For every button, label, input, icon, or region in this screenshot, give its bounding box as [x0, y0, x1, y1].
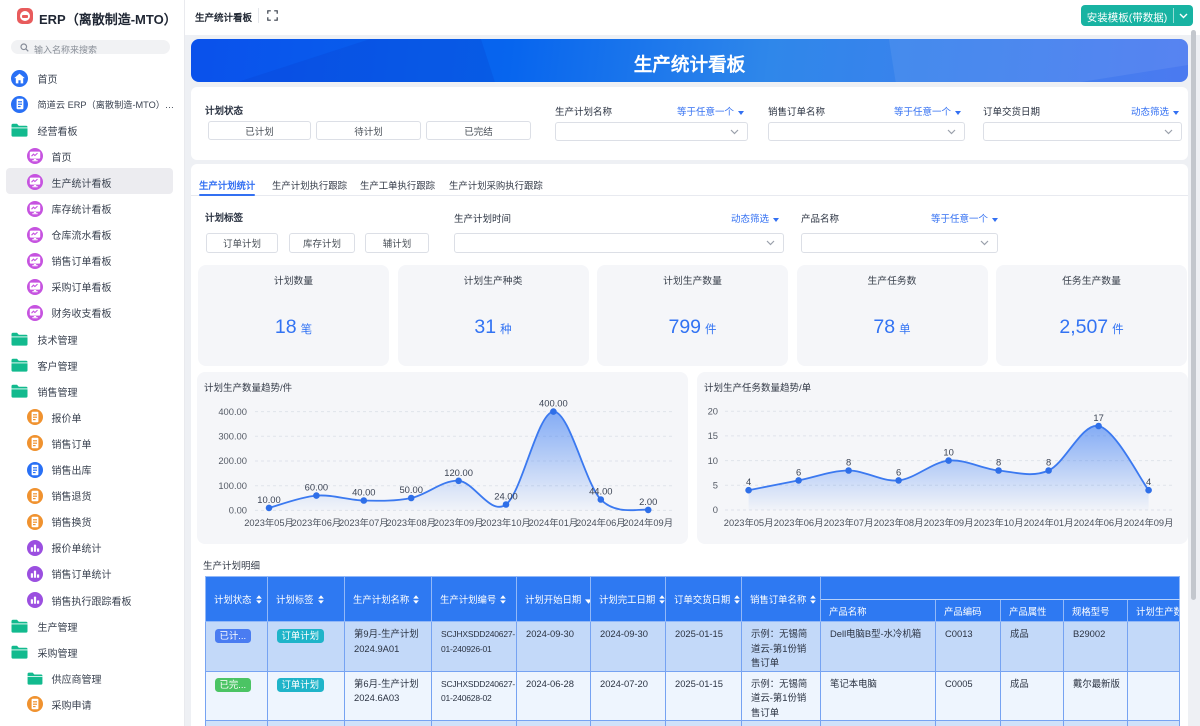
svg-text:2023年10月: 2023年10月	[481, 517, 531, 528]
svg-text:2024年01月: 2024年01月	[1024, 517, 1074, 528]
svg-text:2023年05月: 2023年05月	[724, 517, 774, 528]
svg-text:2024年01月: 2024年01月	[529, 517, 579, 528]
svg-text:50.00: 50.00	[399, 484, 422, 495]
svg-text:8: 8	[846, 457, 851, 468]
svg-text:2023年05月: 2023年05月	[244, 517, 294, 528]
svg-text:2023年08月: 2023年08月	[874, 517, 924, 528]
svg-text:6: 6	[896, 466, 901, 477]
svg-text:2023年09月: 2023年09月	[434, 517, 484, 528]
svg-text:2024年06月: 2024年06月	[1074, 517, 1124, 528]
svg-text:120.00: 120.00	[444, 467, 473, 478]
svg-text:计划生产数量趋势/件: 计划生产数量趋势/件	[204, 382, 293, 394]
svg-text:0.00: 0.00	[229, 505, 247, 516]
svg-text:2023年07月: 2023年07月	[824, 517, 874, 528]
svg-text:300.00: 300.00	[218, 431, 247, 442]
svg-text:5: 5	[713, 480, 718, 491]
svg-text:200.00: 200.00	[218, 455, 247, 466]
svg-text:4: 4	[746, 476, 751, 487]
svg-text:20: 20	[708, 405, 718, 416]
svg-text:10: 10	[708, 455, 718, 466]
svg-text:10: 10	[943, 447, 953, 458]
svg-text:2.00: 2.00	[639, 496, 657, 507]
svg-text:400.00: 400.00	[218, 406, 247, 417]
svg-text:8: 8	[1046, 457, 1051, 468]
svg-text:2023年06月: 2023年06月	[774, 517, 824, 528]
svg-text:44.00: 44.00	[589, 486, 612, 497]
svg-text:2023年07月: 2023年07月	[339, 517, 389, 528]
svg-text:4: 4	[1146, 476, 1151, 487]
svg-text:2023年08月: 2023年08月	[386, 517, 436, 528]
svg-text:100.00: 100.00	[218, 480, 247, 491]
svg-text:计划生产任务数量趋势/单: 计划生产任务数量趋势/单	[704, 382, 812, 394]
svg-text:2024年09月: 2024年09月	[623, 517, 673, 528]
svg-text:40.00: 40.00	[352, 487, 375, 498]
svg-text:8: 8	[996, 457, 1001, 468]
svg-text:400.00: 400.00	[539, 398, 568, 409]
svg-text:2023年10月: 2023年10月	[974, 517, 1024, 528]
svg-text:2023年06月: 2023年06月	[292, 517, 342, 528]
svg-text:10.00: 10.00	[257, 494, 280, 505]
svg-text:2023年09月: 2023年09月	[924, 517, 974, 528]
svg-text:0: 0	[713, 504, 718, 515]
svg-text:6: 6	[796, 466, 801, 477]
svg-text:15: 15	[708, 430, 718, 441]
svg-text:2024年09月: 2024年09月	[1124, 517, 1174, 528]
svg-text:24.00: 24.00	[494, 491, 517, 502]
svg-text:60.00: 60.00	[305, 482, 328, 493]
svg-text:2024年06月: 2024年06月	[576, 517, 626, 528]
svg-text:17: 17	[1093, 412, 1103, 423]
